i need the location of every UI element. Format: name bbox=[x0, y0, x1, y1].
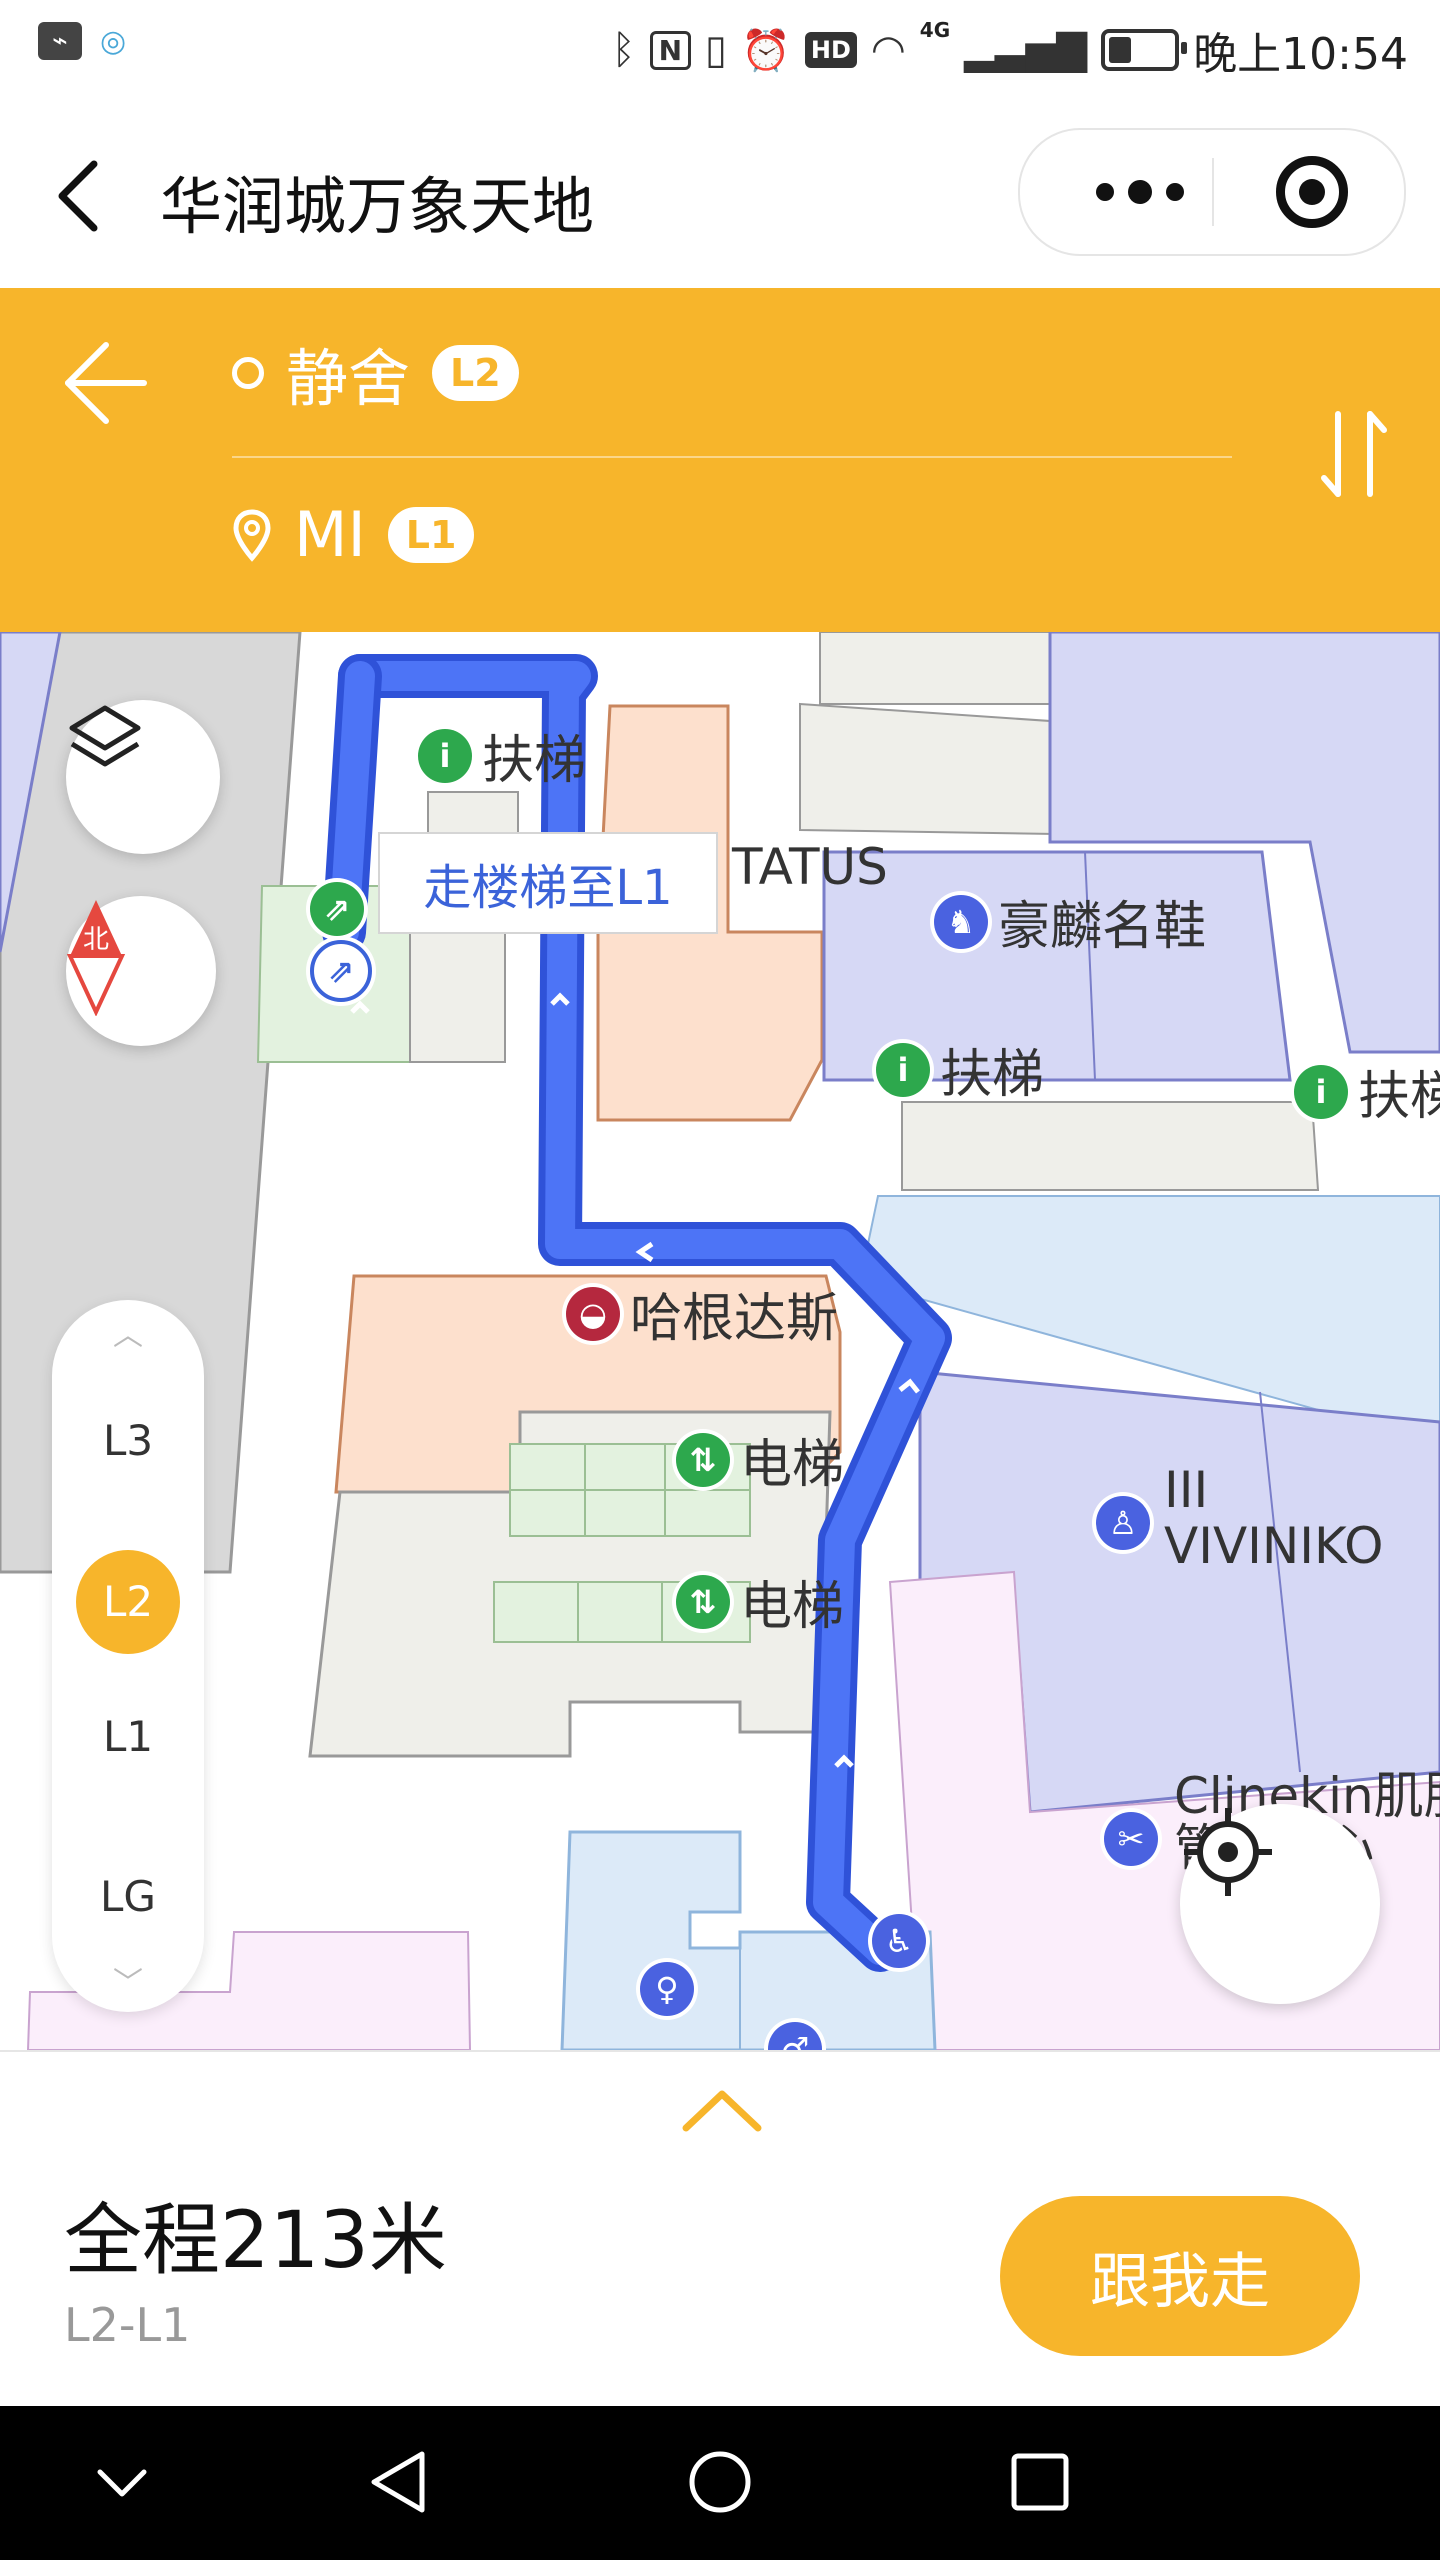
status-bar: ⌁ ◎ ᛒ N ▯ ⏰ HD ◠ 4G ▂▃▅▇ 晚上10:54 bbox=[0, 0, 1440, 100]
nav-hide-icon[interactable] bbox=[86, 2446, 158, 2518]
floor-l1[interactable]: L1 bbox=[52, 1712, 204, 1761]
stairs-marker[interactable]: ⇗ bbox=[310, 882, 364, 936]
clock: 晚上10:54 bbox=[1193, 29, 1408, 80]
stairs-route-marker[interactable]: ⇗ bbox=[310, 940, 372, 1002]
origin-name: 静舍 bbox=[286, 342, 411, 415]
floor-lg[interactable]: LG bbox=[52, 1872, 204, 1921]
follow-me-button[interactable]: 跟我走 bbox=[1000, 2196, 1360, 2356]
escalator-icon: i bbox=[418, 728, 472, 783]
stairs-tooltip: 走楼梯至L1 bbox=[378, 832, 718, 934]
route-back-arrow-icon[interactable] bbox=[60, 333, 150, 433]
poi-escalator-1[interactable]: i 扶梯 bbox=[418, 718, 586, 793]
poi-label: 哈根达斯 bbox=[630, 1289, 839, 1349]
poi-escalator-2[interactable]: i 扶梯 bbox=[876, 1032, 1044, 1107]
capsule-divider bbox=[1212, 158, 1214, 226]
poi-label: 电梯 bbox=[740, 1435, 845, 1495]
wheelchair-icon: ♿ bbox=[872, 1914, 926, 1968]
route-total-distance: 全程213米 bbox=[64, 2196, 447, 2286]
locate-button[interactable] bbox=[1180, 1804, 1380, 2004]
poi-label: 扶梯 bbox=[1358, 1067, 1440, 1127]
bluetooth-icon: ᛒ bbox=[611, 27, 636, 73]
alarm-icon: ⏰ bbox=[741, 27, 791, 74]
floor-selector: ︿ L3 L2 L1 LG ﹀ bbox=[52, 1300, 204, 2012]
system-nav-bar bbox=[0, 2406, 1440, 2560]
poi-viviniko[interactable]: ♙ bbox=[1096, 1496, 1150, 1550]
floor-l3[interactable]: L3 bbox=[52, 1416, 204, 1465]
poi-restroom-2[interactable]: ♂ bbox=[768, 2022, 822, 2050]
back-icon[interactable] bbox=[50, 156, 110, 236]
wifi-icon: ◠ bbox=[870, 27, 906, 73]
compass-icon: 北 bbox=[66, 900, 126, 1016]
poi-shoe-store[interactable]: ♞ 豪麟名鞋 bbox=[934, 884, 1206, 959]
poi-elevator-2[interactable]: ⇅ 电梯 bbox=[676, 1564, 844, 1639]
elevator-icon: ⇅ bbox=[676, 1432, 730, 1487]
page-title: 华润城万象天地 bbox=[160, 170, 595, 243]
poi-elevator-1[interactable]: ⇅ 电梯 bbox=[676, 1422, 844, 1497]
layers-icon bbox=[69, 705, 141, 767]
poi-accessible[interactable]: ♿ bbox=[872, 1914, 926, 1968]
floor-l2-active[interactable]: L2 bbox=[76, 1550, 180, 1654]
more-icon[interactable] bbox=[1075, 130, 1205, 254]
vibrate-icon: ▯ bbox=[705, 27, 728, 73]
capsule-menu bbox=[1018, 128, 1406, 256]
poi-label-line1: III bbox=[1164, 1461, 1209, 1519]
scissors-icon: ✂ bbox=[1104, 1812, 1158, 1866]
poi-haagen-dazs[interactable]: ◒ 哈根达斯 bbox=[566, 1276, 838, 1351]
close-target-icon[interactable] bbox=[1276, 156, 1348, 228]
stairs-route-icon: ⇗ bbox=[310, 940, 372, 1002]
ice-cream-icon: ◒ bbox=[566, 1286, 620, 1341]
signal-icon: ▂▃▅▇ bbox=[964, 27, 1088, 73]
location-pin-icon bbox=[233, 508, 271, 562]
poi-label: 豪麟名鞋 bbox=[998, 897, 1207, 957]
clothing-icon: ♙ bbox=[1096, 1496, 1150, 1550]
nav-recents-icon[interactable] bbox=[1004, 2446, 1076, 2518]
poi-tatus[interactable]: TATUS bbox=[732, 838, 888, 896]
restroom-icon: ♂ bbox=[768, 2022, 822, 2050]
floor-down-chevron-icon[interactable]: ﹀ bbox=[52, 1958, 204, 2002]
stairs-icon: ⇗ bbox=[310, 882, 364, 936]
floor-up-chevron-icon[interactable]: ︿ bbox=[52, 1310, 204, 1354]
poi-clinekin[interactable]: ✂ bbox=[1104, 1812, 1158, 1866]
mobile-network-icon: ◎ bbox=[100, 23, 127, 59]
escalator-icon: i bbox=[1294, 1064, 1348, 1119]
nav-home-icon[interactable] bbox=[684, 2446, 756, 2518]
nfc-icon: N bbox=[649, 30, 692, 70]
origin-dot-icon bbox=[232, 357, 264, 389]
activity-icon: ⌁ bbox=[38, 22, 82, 60]
nav-back-icon[interactable] bbox=[364, 2446, 436, 2518]
poi-label: 扶梯 bbox=[940, 1045, 1045, 1105]
destination-row[interactable]: MI L1 bbox=[232, 498, 475, 571]
route-floors: L2-L1 bbox=[64, 2298, 191, 2352]
layers-button[interactable] bbox=[66, 700, 220, 854]
compass-button[interactable]: 北 bbox=[66, 896, 216, 1046]
poi-label: 扶梯 bbox=[482, 731, 587, 791]
origin-row[interactable]: 静舍 L2 bbox=[232, 328, 519, 418]
hd-icon: HD bbox=[804, 32, 857, 68]
escalator-icon: i bbox=[876, 1042, 930, 1097]
poi-label: 电梯 bbox=[740, 1577, 845, 1637]
route-summary-sheet: 全程213米 L2-L1 跟我走 bbox=[0, 2050, 1440, 2408]
battery-icon bbox=[1101, 29, 1188, 71]
locate-icon bbox=[1184, 1808, 1272, 1896]
swap-icon[interactable] bbox=[1316, 404, 1392, 504]
mini-program-header: 华润城万象天地 bbox=[0, 100, 1440, 288]
indoor-map[interactable]: 走楼梯至L1 ⇗ ⇗ i 扶梯 TATUS ♞ 豪麟名鞋 i 扶梯 i 扶梯 ◒… bbox=[0, 632, 1440, 2050]
elevator-icon: ⇅ bbox=[676, 1574, 730, 1629]
restroom-icon: ♀ bbox=[640, 1962, 694, 2016]
poi-viviniko-label[interactable]: III VIVINIKO bbox=[1164, 1462, 1383, 1574]
destination-name: MI bbox=[294, 498, 366, 571]
poi-restroom-1[interactable]: ♀ bbox=[640, 1962, 694, 2016]
origin-floor-badge: L2 bbox=[432, 345, 519, 401]
destination-floor-badge: L1 bbox=[387, 506, 475, 563]
poi-escalator-3[interactable]: i 扶梯 bbox=[1294, 1054, 1440, 1129]
shoe-icon: ♞ bbox=[934, 894, 988, 949]
poi-label-line2: VIVINIKO bbox=[1164, 1517, 1384, 1575]
expand-chevron-icon[interactable] bbox=[680, 2084, 764, 2136]
compass-north-label: 北 bbox=[83, 925, 109, 955]
route-header: 静舍 L2 MI L1 bbox=[0, 288, 1440, 632]
route-divider bbox=[232, 456, 1232, 458]
network-type-label: 4G bbox=[919, 18, 951, 42]
